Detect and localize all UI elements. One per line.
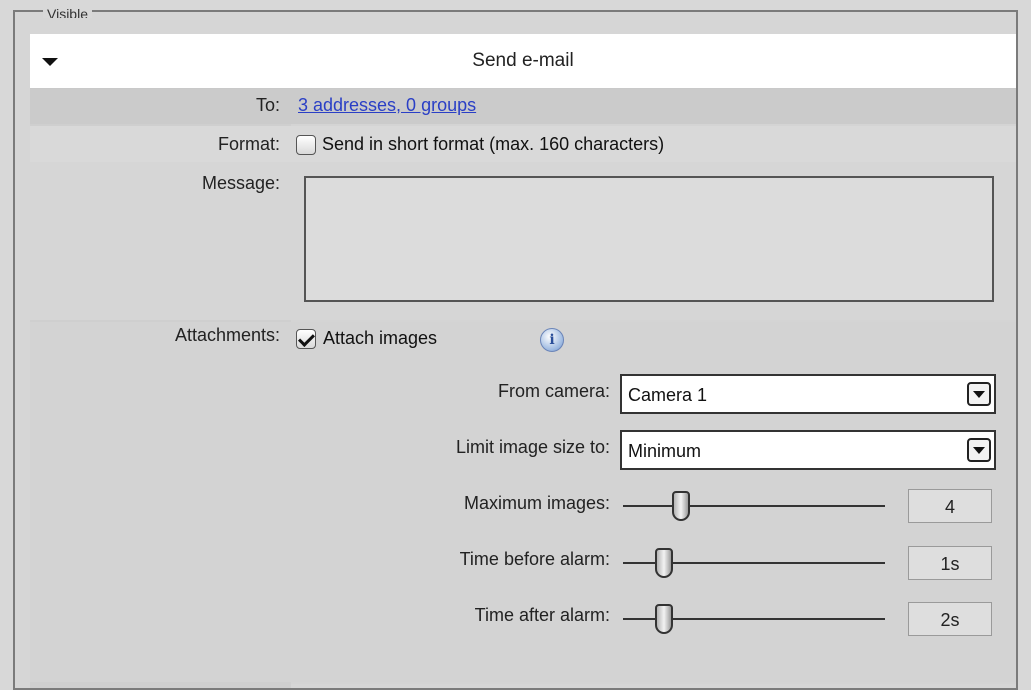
attachments-label: Attachments: [174, 325, 280, 345]
max-images-slider-thumb[interactable] [672, 491, 690, 521]
time-after-value: 2s [908, 602, 992, 636]
chevron-down-icon[interactable] [967, 382, 991, 406]
attach-images-label[interactable]: Attach images [323, 328, 437, 349]
time-before-slider-thumb[interactable] [655, 548, 673, 578]
limit-size-label: Limit image size to: [455, 437, 610, 457]
attach-images-checkbox[interactable] [296, 329, 316, 349]
from-camera-label: From camera: [497, 381, 610, 401]
recipients-link[interactable]: 3 addresses, 0 groups [298, 95, 476, 116]
send-email-panel: Send e-mail To: 3 addresses, 0 groups Fo… [30, 34, 1016, 688]
section-title: Send e-mail [472, 50, 574, 71]
chevron-down-icon[interactable] [967, 438, 991, 462]
image-size-select[interactable]: Minimum [620, 430, 996, 470]
max-images-slider[interactable] [623, 491, 885, 521]
section-header[interactable]: Send e-mail [30, 34, 1016, 89]
to-label: To: [255, 95, 280, 115]
info-icon[interactable]: i [540, 328, 564, 352]
short-format-checkbox[interactable] [296, 135, 316, 155]
groupbox-legend: Visible [43, 8, 92, 18]
image-size-select-value: Minimum [628, 441, 702, 461]
max-images-label: Maximum images: [463, 493, 610, 513]
time-after-slider-thumb[interactable] [655, 604, 673, 634]
message-label: Message: [201, 173, 280, 193]
time-before-value: 1s [908, 546, 992, 580]
camera-select[interactable]: Camera 1 [620, 374, 996, 414]
format-label: Format: [217, 134, 280, 154]
time-before-label: Time before alarm: [459, 549, 610, 569]
camera-select-value: Camera 1 [628, 385, 708, 405]
time-before-slider[interactable] [623, 548, 885, 578]
short-format-checkbox-label[interactable]: Send in short format (max. 160 character… [322, 134, 664, 155]
time-after-slider[interactable] [623, 604, 885, 634]
max-images-value: 4 [908, 489, 992, 523]
message-textarea[interactable] [304, 176, 994, 302]
time-after-label: Time after alarm: [474, 605, 610, 625]
